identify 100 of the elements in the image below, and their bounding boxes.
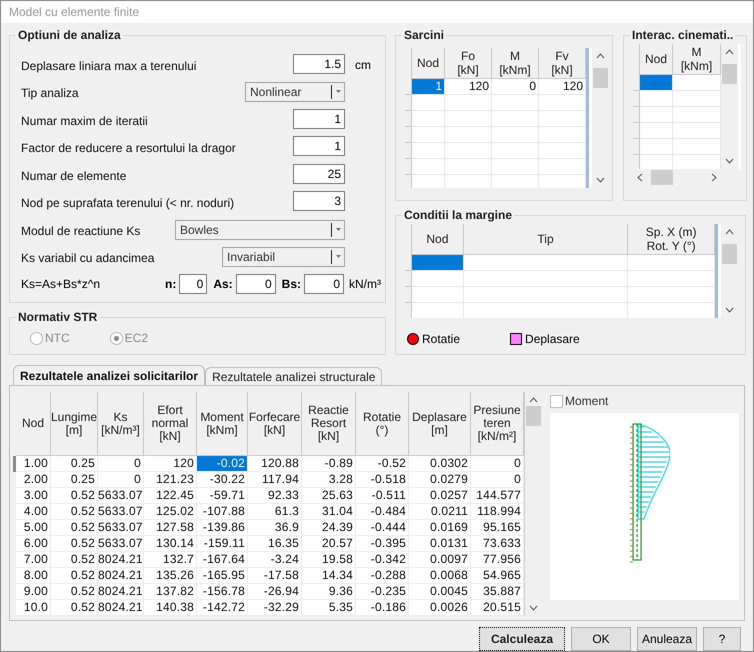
column-header[interactable]: Moment [kNm]	[197, 392, 248, 456]
table-cell: 125.02	[144, 504, 197, 520]
row-header[interactable]	[13, 456, 16, 472]
column-header[interactable]: M [kNm]	[673, 44, 721, 75]
scroll-thumb[interactable]	[651, 170, 673, 185]
field-label: Factor de reducere a resortului la dragor	[21, 140, 237, 158]
column-header[interactable]: Fv [kN]	[539, 48, 586, 79]
number-field[interactable]: 0	[179, 274, 208, 294]
column-header[interactable]: Reactie Resort [kN]	[302, 392, 356, 456]
table-cell: -0.52	[356, 456, 409, 472]
table-cell: 0.52	[51, 584, 98, 600]
field-label: Deplasare liniara max a terenului	[21, 58, 198, 75]
row-header[interactable]	[405, 159, 412, 175]
column-header[interactable]: Sp. X (m) Rot. Y (°)	[628, 224, 715, 255]
table-cell: -0.186	[356, 600, 409, 616]
tab[interactable]: Rezultatele analizei structurale	[205, 367, 382, 385]
column-header[interactable]: Nod	[16, 392, 51, 456]
scroll-down-icon[interactable]	[725, 307, 734, 313]
table-cell: -159.11	[197, 536, 248, 552]
scroll-up-icon[interactable]	[529, 397, 538, 403]
dialog-button[interactable]: OK	[571, 627, 631, 651]
scroll-left-icon[interactable]	[637, 173, 643, 182]
scroll-down-icon[interactable]	[596, 177, 605, 183]
row-header[interactable]	[405, 143, 412, 159]
radio-icon	[110, 332, 123, 344]
table-cell: 0	[471, 472, 524, 488]
row-header[interactable]	[633, 91, 640, 107]
formula-label: Ks=As+Bs*z^n	[21, 276, 102, 293]
scroll-thumb[interactable]	[722, 244, 737, 264]
column-header[interactable]: Nod	[640, 44, 673, 75]
number-field[interactable]: 3	[293, 191, 345, 212]
table-cell: -165.95	[197, 568, 248, 584]
number-field[interactable]: 0	[304, 274, 344, 294]
column-header[interactable]: Lungime [m]	[51, 392, 98, 456]
column-header[interactable]: Efort normal [kN]	[144, 392, 197, 456]
moment-checkbox[interactable]: Moment	[550, 392, 739, 410]
row-header[interactable]	[405, 127, 412, 143]
table-cell: -0.395	[356, 536, 409, 552]
row-header[interactable]	[405, 111, 412, 127]
scroll-thumb[interactable]	[526, 406, 541, 426]
table-cell: 7.00	[16, 552, 51, 568]
table-cell: 24.39	[302, 520, 356, 536]
table-cell: 135.26	[144, 568, 197, 584]
dropdown[interactable]: Nonlinear	[245, 82, 345, 102]
column-header[interactable]: Fo [kN]	[445, 48, 492, 79]
table-cell: -59.71	[197, 488, 248, 504]
table-cell: 0	[98, 456, 144, 472]
table-cell: 8024.21	[98, 584, 144, 600]
tab[interactable]: Rezultatele analizei solicitarilor	[13, 365, 206, 385]
table-cell: -142.72	[197, 600, 248, 616]
column-header[interactable]: Deplasare [m]	[409, 392, 471, 456]
field-label: Numar de elemente	[21, 168, 128, 185]
number-field[interactable]: 1	[293, 136, 345, 156]
dropdown[interactable]: Invariabil	[222, 247, 345, 268]
column-header[interactable]: M [kNm]	[492, 48, 539, 79]
table-cell: -107.88	[197, 504, 248, 520]
number-field[interactable]: 0	[236, 274, 276, 294]
dialog-button[interactable]: Calculeaza	[479, 627, 565, 651]
field-label: Tip analiza	[21, 85, 80, 102]
table-cell: -0.518	[356, 472, 409, 488]
scroll-down-icon[interactable]	[529, 605, 538, 611]
table-cell: 31.04	[302, 504, 356, 520]
table-cell: 120.88	[248, 456, 302, 472]
row-header[interactable]	[633, 139, 640, 155]
row-header[interactable]	[633, 107, 640, 123]
dialog-button[interactable]: Anuleaza	[637, 627, 697, 651]
group-title: Optiuni de analiza	[16, 27, 123, 43]
scroll-thumb[interactable]	[722, 64, 737, 84]
table-cell: 127.58	[144, 520, 197, 536]
row-header[interactable]	[405, 287, 412, 303]
table-cell: 14.34	[302, 568, 356, 584]
table-cell: -0.235	[356, 584, 409, 600]
row-header[interactable]	[633, 123, 640, 139]
dropdown[interactable]: Bowles	[175, 220, 345, 240]
table-cell: 5.35	[302, 600, 356, 616]
dialog-button[interactable]: ?	[703, 627, 741, 651]
column-header[interactable]: Ks [kN/m³]	[98, 392, 144, 456]
number-field[interactable]: 1	[293, 108, 345, 129]
row-header[interactable]	[405, 95, 412, 111]
table-cell: 130.14	[144, 536, 197, 552]
field-label: Numar maxim de iteratii	[21, 112, 149, 130]
column-header[interactable]: Forfecare [kN]	[248, 392, 302, 456]
column-header[interactable]: Nod	[412, 224, 464, 255]
table-cell: -0.02	[197, 456, 248, 472]
column-header[interactable]: Presiune teren [kN/m²]	[471, 392, 524, 456]
scroll-right-icon[interactable]	[711, 173, 717, 182]
scroll-up-icon[interactable]	[596, 53, 605, 59]
table-cell: 0	[98, 472, 144, 488]
scroll-down-icon[interactable]	[725, 158, 734, 164]
number-field[interactable]: 1.5	[293, 54, 345, 74]
column-header[interactable]: Rotatie (°)	[356, 392, 409, 456]
column-header[interactable]: Nod	[412, 48, 445, 79]
row-header[interactable]	[405, 271, 412, 287]
table-cell: -30.22	[197, 472, 248, 488]
scroll-thumb[interactable]	[593, 68, 608, 88]
number-field[interactable]: 25	[293, 164, 345, 184]
scroll-up-icon[interactable]	[725, 229, 734, 235]
column-header[interactable]: Tip	[464, 224, 628, 255]
table-cell: -0.484	[356, 504, 409, 520]
scroll-up-icon[interactable]	[725, 49, 734, 55]
